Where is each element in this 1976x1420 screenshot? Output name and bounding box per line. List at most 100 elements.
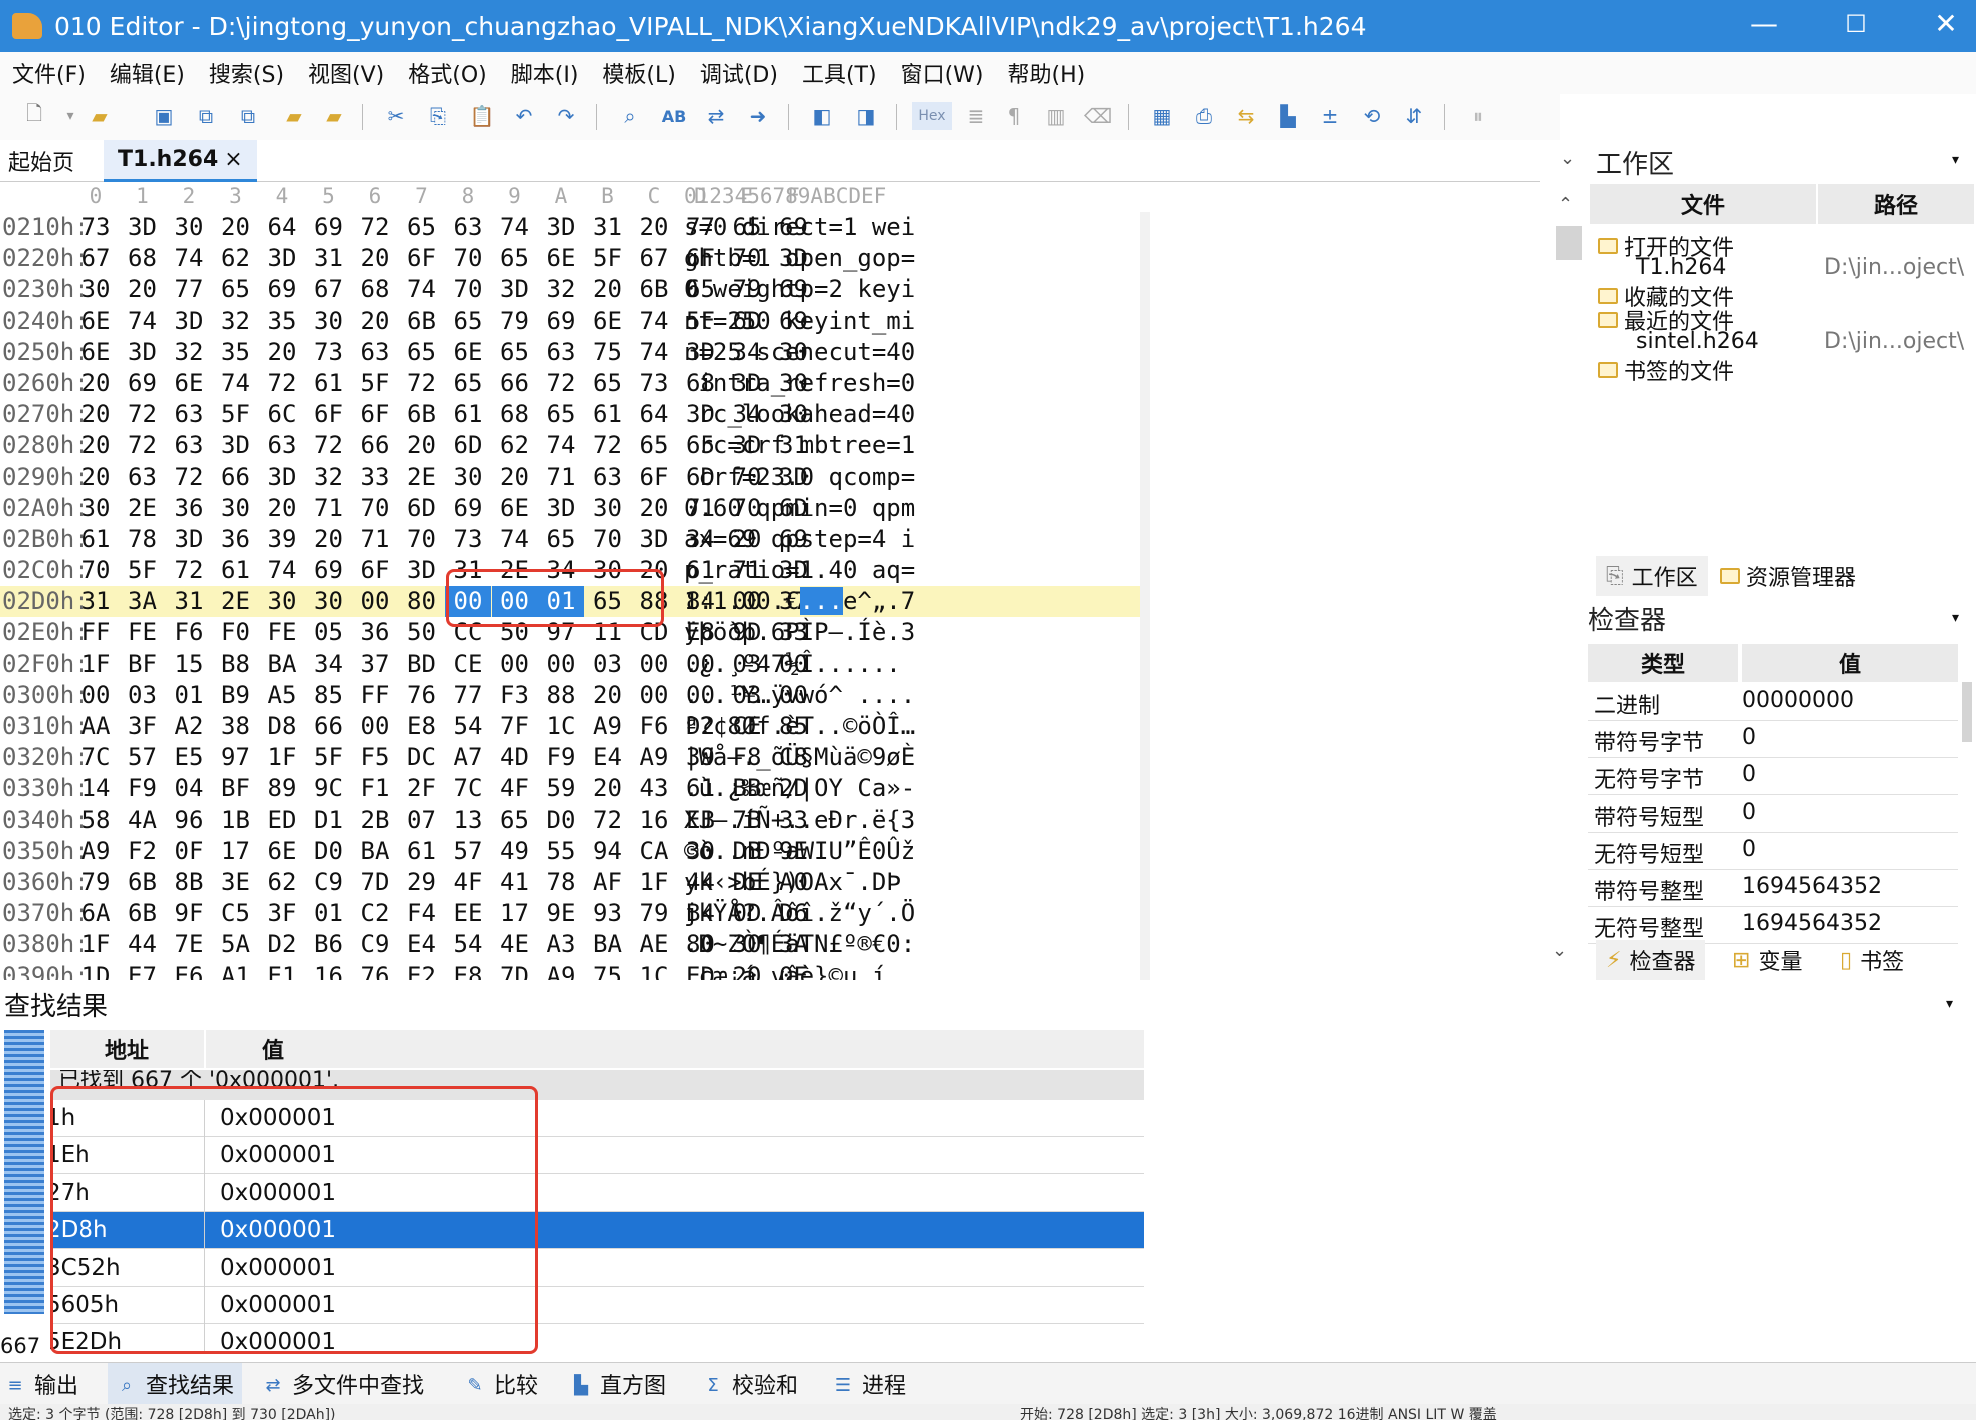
panel-menu-icon[interactable]: ▾ <box>1952 152 1959 168</box>
tab-workspace[interactable]: ⎘ 工作区 <box>1596 556 1708 596</box>
column-header-value[interactable]: 值 <box>1742 644 1958 682</box>
close-window-button[interactable]: ✕ <box>1900 0 1976 48</box>
hex-byte[interactable]: 5F <box>213 399 259 430</box>
hex-byte[interactable]: 68 <box>352 274 398 305</box>
hex-byte[interactable]: 05 <box>306 617 352 648</box>
bookmark-next-icon[interactable]: ◨ <box>852 102 880 130</box>
inspector-row[interactable]: 二进制 00000000 <box>1588 684 1958 721</box>
hex-ascii[interactable]: XJ–.íÑ+..eÐr.ë{3 <box>684 805 915 836</box>
hex-ascii[interactable]: 1:1.00.€...e^„.7 <box>684 586 915 617</box>
hex-byte[interactable]: FF <box>352 680 398 711</box>
hex-byte[interactable]: 65 <box>492 337 538 368</box>
hex-byte[interactable]: 20 <box>631 212 677 243</box>
hex-byte[interactable]: 68 <box>492 399 538 430</box>
hex-byte[interactable]: 2E <box>399 462 445 493</box>
hex-ascii[interactable]: n=25 scenecut=40 <box>684 337 915 368</box>
hex-byte[interactable]: 03 <box>120 680 166 711</box>
hex-byte[interactable]: 77 <box>445 680 491 711</box>
hex-byte[interactable]: A1 <box>213 961 259 981</box>
undo-icon[interactable]: ↶ <box>510 102 538 130</box>
hex-byte[interactable]: 6A <box>73 898 119 929</box>
hex-byte[interactable]: E7 <box>120 961 166 981</box>
menu-item-5[interactable]: 脚本(I) <box>499 57 591 89</box>
hex-byte[interactable]: 67 <box>631 243 677 274</box>
hex-byte[interactable]: 20 <box>585 773 631 804</box>
menu-item-0[interactable]: 文件(F) <box>0 57 98 89</box>
hex-byte[interactable]: 5A <box>213 929 259 960</box>
hex-byte[interactable]: 63 <box>445 212 491 243</box>
hex-byte[interactable]: 3D <box>120 337 166 368</box>
hex-byte[interactable]: 74 <box>538 430 584 461</box>
hex-byte[interactable]: 33 <box>352 462 398 493</box>
hex-byte[interactable]: 93 <box>585 898 631 929</box>
hex-byte[interactable]: 57 <box>120 742 166 773</box>
hex-byte[interactable]: 3D <box>213 430 259 461</box>
hex-ascii[interactable]: .D~ZÒ¶ÉäTN£º®€0: <box>684 929 915 960</box>
hex-byte[interactable]: 6F <box>631 462 677 493</box>
hex-byte[interactable]: 9E <box>538 898 584 929</box>
hex-row[interactable]: 0210h: 73 3D 30 20 64 69 72 65 63 74 3D 31 20 77 65 69 s=… <box>0 212 1140 243</box>
hex-byte[interactable]: 69 <box>259 274 305 305</box>
hex-byte[interactable]: 74 <box>213 368 259 399</box>
hex-byte[interactable]: 6F <box>352 555 398 586</box>
hex-byte[interactable]: 03 <box>585 649 631 680</box>
hex-ascii[interactable]: .çæ¡á.vâè}©u.í . <box>684 961 915 981</box>
menu-item-7[interactable]: 调试(D) <box>688 57 790 89</box>
hex-byte[interactable]: A9 <box>73 836 119 867</box>
hex-byte[interactable]: 6C <box>259 399 305 430</box>
hex-byte[interactable]: E4 <box>399 929 445 960</box>
hex-byte[interactable]: A9 <box>538 961 584 981</box>
hex-byte[interactable]: 76 <box>399 680 445 711</box>
hex-ascii[interactable]: 0 weightp=2 keyi <box>684 274 915 305</box>
hex-byte[interactable]: D1 <box>306 805 352 836</box>
hex-ascii[interactable]: nt=250 keyint_mi <box>684 306 915 337</box>
hex-byte[interactable]: 80 <box>399 586 445 617</box>
hex-byte[interactable]: 20 <box>73 430 119 461</box>
hex-byte[interactable]: 72 <box>352 212 398 243</box>
hex-byte[interactable]: 65 <box>445 306 491 337</box>
hex-byte[interactable]: BD <box>399 649 445 680</box>
hex-byte[interactable]: 74 <box>166 243 212 274</box>
workspace-file[interactable]: T1.h264 <box>1636 255 1726 280</box>
hex-byte[interactable]: E1 <box>259 961 305 981</box>
hex-byte[interactable]: 1F <box>73 929 119 960</box>
hex-byte[interactable]: 74 <box>259 555 305 586</box>
hex-byte[interactable]: 20 <box>259 493 305 524</box>
hex-byte[interactable]: 3D <box>259 462 305 493</box>
paste-icon[interactable]: 📋 <box>468 102 496 130</box>
hex-byte[interactable]: BF <box>120 649 166 680</box>
hex-byte[interactable]: C5 <box>213 898 259 929</box>
base-convert-icon[interactable]: ⇵ <box>1400 102 1428 130</box>
hex-byte[interactable]: 07 <box>399 805 445 836</box>
menu-item-2[interactable]: 搜索(S) <box>197 57 296 89</box>
hex-row[interactable]: 0230h: 30 20 77 65 69 67 68 74 70 3D 32 20 6B 65 79 69 0 … <box>0 274 1140 305</box>
collapse-chevron-icon[interactable]: ⌄ <box>1560 148 1575 169</box>
bottom-tab-1[interactable]: ⌕ 查找结果 <box>108 1363 243 1405</box>
hex-byte[interactable]: CA <box>631 836 677 867</box>
hex-byte[interactable]: 6E <box>585 306 631 337</box>
hex-byte[interactable]: 01 <box>306 898 352 929</box>
hex-byte[interactable]: 62 <box>259 867 305 898</box>
hex-byte[interactable]: 65 <box>492 243 538 274</box>
find-results-menu-icon[interactable]: ▾ <box>1946 996 1953 1012</box>
hex-byte[interactable]: 00 <box>538 649 584 680</box>
hex-byte[interactable]: 72 <box>538 368 584 399</box>
menu-item-4[interactable]: 格式(O) <box>396 57 498 89</box>
tab-variables[interactable]: ⊞ 变量 <box>1732 940 1802 980</box>
hex-byte[interactable]: 20 <box>631 493 677 524</box>
hex-byte[interactable]: FE <box>120 617 166 648</box>
hex-byte[interactable]: 30 <box>585 493 631 524</box>
hex-byte[interactable]: 1D <box>73 961 119 981</box>
hex-byte[interactable]: 85 <box>306 680 352 711</box>
hex-ascii[interactable]: ax=69 qpstep=4 i <box>684 524 915 555</box>
hex-byte[interactable]: E6 <box>166 961 212 981</box>
hex-byte[interactable]: 01 <box>166 680 212 711</box>
hex-byte[interactable]: 2E <box>120 493 166 524</box>
hex-byte[interactable]: F5 <box>352 742 398 773</box>
hex-byte[interactable]: 8B <box>166 867 212 898</box>
hex-byte[interactable]: 6B <box>399 306 445 337</box>
hex-ascii[interactable]: ghtb=1 open_gop= <box>684 243 915 274</box>
hex-byte[interactable]: F6 <box>166 617 212 648</box>
hex-byte[interactable]: 67 <box>73 243 119 274</box>
hex-byte[interactable]: 20 <box>73 399 119 430</box>
